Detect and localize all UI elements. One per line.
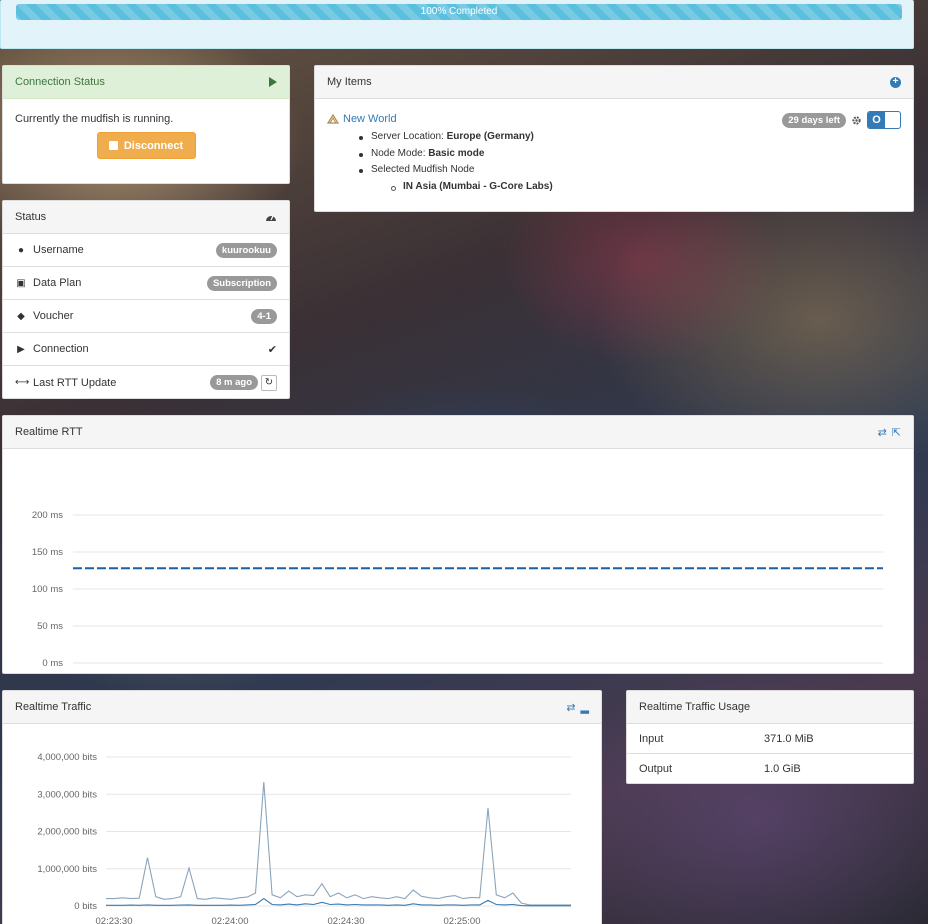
y-tick-label: 4,000,000 bits — [37, 752, 97, 763]
usage-row-input: Input 371.0 MiB — [627, 724, 913, 754]
list-item: Node Mode: Basic mode — [359, 146, 901, 163]
refresh-icon[interactable]: ↻ — [261, 374, 277, 391]
my-items-panel: My Items + New World Server Location: Eu… — [314, 65, 914, 212]
item-name-link[interactable]: New World — [343, 113, 397, 125]
check-icon: ✔ — [267, 343, 277, 356]
traffic-series-line-1 — [106, 781, 571, 906]
realtime-traffic-title: Realtime Traffic — [15, 701, 92, 713]
realtime-rtt-panel: Realtime RTT ⇄ ⇱ 200 ms 150 ms 100 ms 50 ms… — [2, 415, 914, 685]
username-badge: kuurookuu — [215, 242, 277, 258]
arrows-h-icon: ⟷ — [15, 377, 30, 388]
last-rtt-badge: 8 m ago — [210, 375, 258, 390]
output-value: 1.0 GiB — [764, 763, 801, 775]
days-left-badge: 29 days left — [782, 112, 846, 128]
y-tick-label: 1,000,000 bits — [37, 864, 97, 875]
tag-icon: ◆ — [17, 310, 25, 322]
item-details-list: Server Location: Europe (Germany) Node M… — [359, 129, 901, 195]
status-row-last-rtt: ⟷ Last RTT Update 8 m ago ↻ — [3, 366, 289, 399]
game-icon — [327, 114, 339, 124]
realtime-rtt-title: Realtime RTT — [15, 426, 83, 438]
y-tick-label: 3,000,000 bits — [37, 789, 97, 800]
money-icon: ▣ — [16, 277, 26, 289]
stop-icon — [108, 141, 118, 150]
traffic-usage-panel: Realtime Traffic Usage Input 371.0 MiB Ou… — [626, 690, 914, 784]
x-tick-label: 02:25:00 — [444, 916, 481, 924]
play-icon: ▶ — [17, 343, 25, 355]
connection-status-header: Connection Status — [3, 66, 289, 99]
selected-node: IN Asia (Mumbai - G-Core Labs) — [391, 179, 901, 196]
fullscreen-icon[interactable]: ⇱ — [892, 426, 901, 439]
rtt-chart: 200 ms150 ms100 ms50 ms0 ms02:1402:1502:… — [32, 510, 883, 685]
x-tick-label: 02:24:00 — [212, 916, 249, 924]
status-row-connection: ▶ Connection ✔ — [3, 333, 289, 366]
traffic-series-line-2 — [106, 897, 571, 907]
x-tick-label: 02:23:30 — [96, 916, 133, 924]
connection-message: Currently the mudfish is running. — [15, 113, 174, 125]
sync-icon[interactable]: ⇄ — [878, 426, 887, 439]
status-row-username: ● Username kuurookuu — [3, 234, 289, 267]
gear-icon[interactable] — [851, 115, 862, 126]
signal-icon[interactable]: ▂ — [581, 701, 589, 714]
status-title: Status — [15, 211, 47, 223]
connection-status-panel: Connection Status Currently the mudfish … — [2, 65, 290, 184]
toggle-on-label: O — [868, 112, 885, 128]
sync-icon[interactable]: ⇄ — [566, 701, 575, 714]
status-panel: Status ● Username kuurookuu ▣ Data Plan Su… — [2, 200, 290, 399]
list-item: Server Location: Europe (Germany) — [359, 129, 901, 146]
add-item-icon[interactable]: + — [890, 76, 901, 88]
input-value: 371.0 MiB — [764, 732, 814, 745]
traffic-usage-header: Realtime Traffic Usage — [627, 691, 913, 724]
item-toggle[interactable]: O — [867, 111, 901, 129]
y-tick-label: 2,000,000 bits — [37, 827, 97, 838]
disconnect-label: Disconnect — [123, 139, 184, 152]
y-tick-label: 200 ms — [32, 510, 63, 521]
realtime-traffic-panel: Realtime Traffic ⇄ ▂ 4,000,000 bits 3,000… — [2, 690, 602, 924]
user-icon: ● — [17, 244, 25, 256]
status-row-voucher: ◆ Voucher 4-1 — [3, 300, 289, 333]
progress-label: 100% Completed — [420, 6, 498, 17]
y-tick-label: 0 ms — [42, 658, 63, 669]
play-icon[interactable] — [269, 77, 277, 87]
connection-status-title: Connection Status — [15, 76, 105, 88]
status-row-data-plan: ▣ Data Plan Subscription — [3, 267, 289, 300]
progress-bar: 100% Completed — [16, 4, 902, 20]
progress-panel: 100% Completed — [0, 0, 914, 49]
y-tick-label: 150 ms — [32, 547, 63, 558]
y-tick-label: 50 ms — [37, 621, 63, 632]
y-tick-label: 100 ms — [32, 584, 63, 595]
disconnect-button[interactable]: Disconnect — [96, 132, 196, 159]
my-items-title: My Items — [327, 76, 372, 88]
usage-row-output: Output 1.0 GiB — [639, 763, 801, 775]
traffic-usage-title: Realtime Traffic Usage — [639, 701, 751, 713]
my-items-header: My Items + — [315, 66, 913, 99]
realtime-traffic-header: Realtime Traffic ⇄ ▂ — [3, 691, 601, 724]
data-plan-badge: Subscription — [206, 275, 277, 291]
list-item: Selected Mudfish Node IN Asia (Mumbai - … — [359, 162, 901, 195]
realtime-rtt-header: Realtime RTT ⇄ ⇱ — [3, 416, 913, 449]
y-tick-label: 0 bits — [74, 901, 97, 912]
traffic-chart: 4,000,000 bits 3,000,000 bits 2,000,000 bi… — [37, 752, 571, 924]
x-tick-label: 02:24:30 — [328, 916, 365, 924]
voucher-badge: 4-1 — [251, 308, 277, 324]
dashboard-icon — [266, 215, 276, 221]
status-header: Status — [3, 201, 289, 234]
